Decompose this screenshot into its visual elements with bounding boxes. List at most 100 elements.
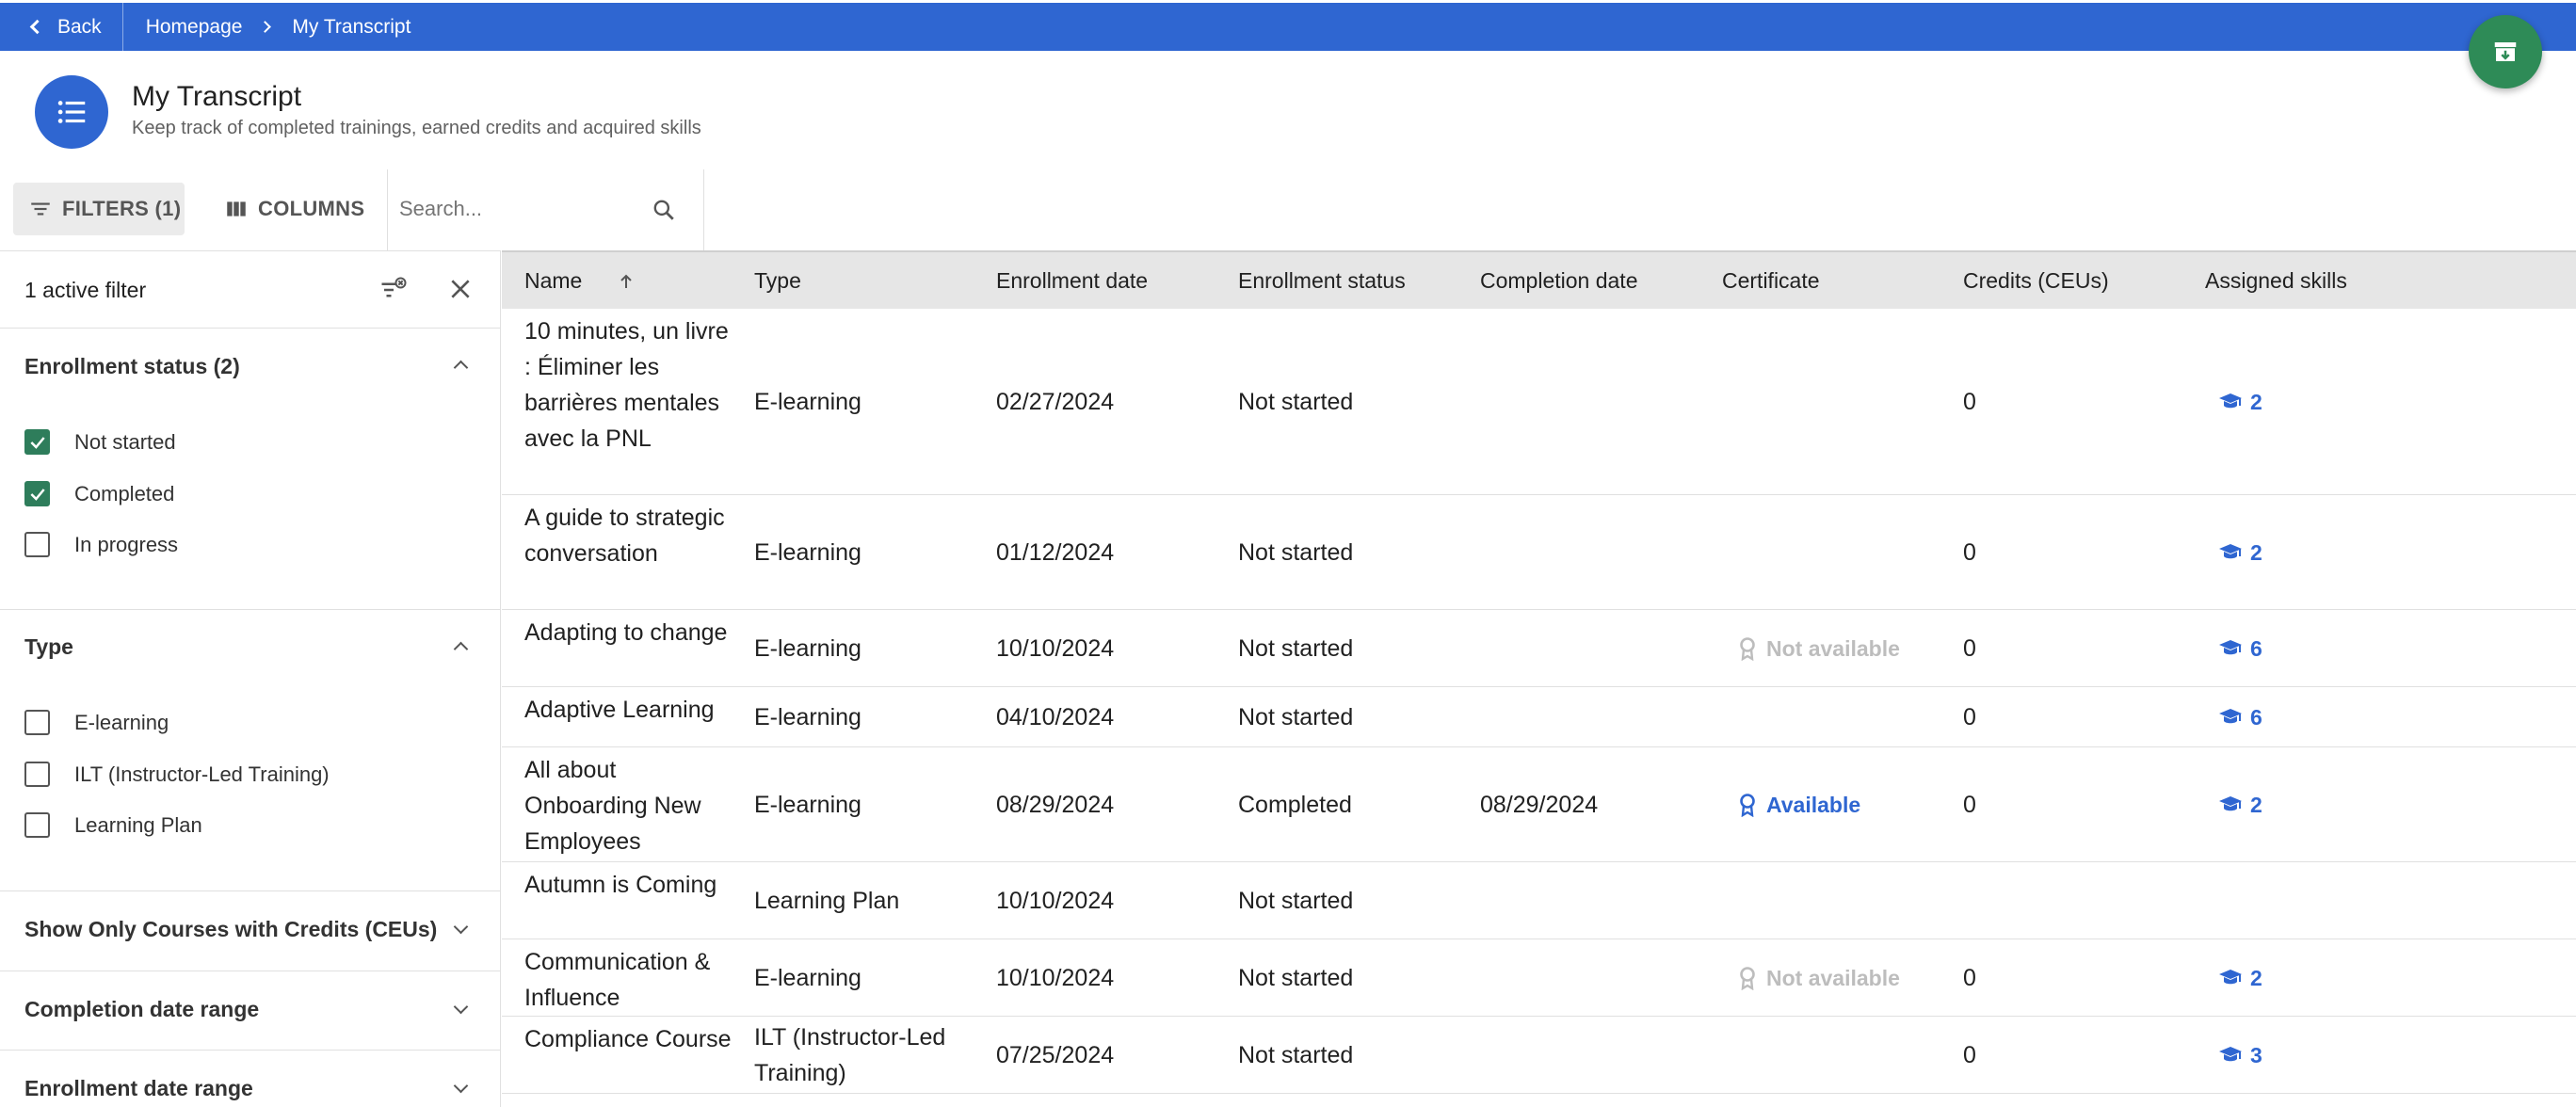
chevron-down-icon[interactable] (453, 999, 469, 1015)
completion-date: 08/29/2024 (1480, 791, 1599, 818)
table-row[interactable]: 10 minutes, un livre : Éliminer les barr… (502, 309, 2576, 495)
table-row[interactable]: Adapting to change E-learning 10/10/2024… (502, 610, 2576, 687)
graduation-cap-icon (2219, 393, 2242, 408)
column-header-credits[interactable]: Credits (CEUs) (1963, 268, 2109, 294)
table-row[interactable]: Adaptive Learning E-learning 04/10/2024 … (502, 687, 2576, 747)
enrollment-date: 10/10/2024 (996, 964, 1115, 991)
enrollment-status: Completed (1238, 791, 1352, 818)
columns-label: COLUMNS (258, 197, 365, 220)
checkbox-e-learning[interactable]: E-learning (24, 710, 169, 735)
chevron-up-icon[interactable] (453, 641, 469, 657)
close-icon[interactable] (448, 277, 473, 301)
filter-credits-only[interactable]: Show Only Courses with Credits (CEUs) (0, 891, 500, 971)
course-name[interactable]: A guide to strategic conversation (524, 500, 739, 571)
checkbox-unchecked-icon[interactable] (24, 812, 50, 838)
checkbox-learning-plan[interactable]: Learning Plan (24, 812, 202, 838)
column-header-assigned-skills[interactable]: Assigned skills (2205, 268, 2347, 294)
assigned-skills-count[interactable]: 2 (2218, 535, 2262, 570)
sort-ascending-icon[interactable] (619, 273, 634, 290)
assigned-skills-count[interactable]: 2 (2218, 960, 2262, 996)
breadcrumb-homepage[interactable]: Homepage (146, 16, 243, 39)
checkbox-ilt[interactable]: ILT (Instructor-Led Training) (24, 762, 330, 787)
graduation-cap-icon (2219, 639, 2242, 654)
table-row[interactable]: All about Onboarding New Employees E-lea… (502, 747, 2576, 862)
course-name[interactable]: All about Onboarding New Employees (524, 752, 739, 859)
chevron-up-icon[interactable] (453, 360, 469, 376)
graduation-cap-icon (2219, 708, 2242, 723)
enrollment-date-title: Enrollment date range (24, 1076, 253, 1100)
assigned-skills-count[interactable]: 6 (2218, 631, 2262, 666)
certificate-label: Not available (1766, 965, 1900, 990)
breadcrumb: Homepage My Transcript (123, 16, 411, 39)
column-header-name[interactable]: Name (524, 268, 582, 294)
course-type: E-learning (754, 703, 861, 730)
checkbox-checked-icon[interactable] (24, 481, 50, 506)
chevron-down-icon[interactable] (453, 1078, 469, 1094)
enrollment-status-title: Enrollment status (2) (24, 354, 240, 378)
list-icon (57, 101, 86, 123)
page-subtitle: Keep track of completed trainings, earne… (132, 118, 701, 138)
assigned-skills-count[interactable]: 6 (2218, 699, 2262, 735)
award-icon (1740, 636, 1755, 661)
table-row[interactable]: Communication & Influence E-learning 10/… (502, 939, 2576, 1017)
course-name[interactable]: Compliance Course (524, 1021, 739, 1057)
enrollment-date: 10/10/2024 (996, 887, 1115, 914)
columns-button[interactable]: COLUMNS (209, 183, 378, 235)
credits-filter-title: Show Only Courses with Credits (CEUs) (24, 917, 438, 941)
graduation-cap-icon (2219, 543, 2242, 558)
search-icon[interactable] (652, 198, 676, 222)
back-label: Back (57, 15, 102, 38)
checkbox-unchecked-icon[interactable] (24, 710, 50, 735)
back-button[interactable]: Back (0, 3, 123, 51)
filters-button[interactable]: FILTERS (1) (13, 183, 185, 235)
table-row[interactable]: A guide to strategic conversation E-lear… (502, 495, 2576, 610)
enrollment-date: 10/10/2024 (996, 634, 1115, 662)
assigned-skills-count[interactable]: 2 (2218, 787, 2262, 823)
assigned-skills-count[interactable]: 3 (2218, 1037, 2262, 1073)
course-name[interactable]: Communication & Influence (524, 944, 739, 1016)
archive-download-icon (2494, 42, 2517, 61)
transcript-page-icon (35, 75, 108, 149)
search-input[interactable] (388, 183, 642, 235)
checkbox-unchecked-icon[interactable] (24, 532, 50, 557)
enrollment-date: 07/25/2024 (996, 1041, 1115, 1068)
filter-type: Type E-learning ILT (Instructor-Led Trai… (0, 610, 500, 891)
checkbox-checked-icon[interactable] (24, 429, 50, 455)
chevron-right-icon (259, 21, 272, 33)
course-name[interactable]: Adaptive Learning (524, 692, 739, 728)
checkbox-in-progress[interactable]: In progress (24, 532, 178, 557)
skills-count: 2 (2250, 389, 2262, 414)
credits-value: 0 (1963, 634, 1976, 662)
column-header-enrollment-status[interactable]: Enrollment status (1238, 268, 1406, 294)
assigned-skills-count[interactable]: 2 (2218, 384, 2262, 420)
certificate-label[interactable]: Available (1766, 787, 1860, 823)
column-header-enrollment-date[interactable]: Enrollment date (996, 268, 1148, 294)
filter-clear-icon[interactable] (379, 276, 408, 304)
skills-count: 2 (2250, 792, 2262, 817)
course-name[interactable]: Autumn is Coming (524, 867, 739, 903)
column-header-completion-date[interactable]: Completion date (1480, 268, 1638, 294)
enrollment-date: 04/10/2024 (996, 703, 1115, 730)
checkbox-not-started[interactable]: Not started (24, 429, 176, 455)
filter-enrollment-status: Enrollment status (2) Not started Comple… (0, 329, 500, 610)
checkbox-completed[interactable]: Completed (24, 481, 174, 506)
course-name[interactable]: 10 minutes, un livre : Éliminer les barr… (524, 313, 739, 457)
filter-sidebar-header: 1 active filter (0, 251, 500, 329)
checkbox-unchecked-icon[interactable] (24, 762, 50, 787)
column-header-certificate[interactable]: Certificate (1722, 268, 1820, 294)
award-icon (1740, 793, 1755, 817)
filter-completion-date-range[interactable]: Completion date range (0, 971, 500, 1051)
checkbox-label: Not started (74, 429, 176, 454)
column-header-type[interactable]: Type (754, 268, 801, 294)
course-name[interactable]: Adapting to change (524, 615, 739, 650)
skills-count: 2 (2250, 539, 2262, 565)
table-row[interactable]: Autumn is Coming Learning Plan 10/10/202… (502, 862, 2576, 939)
credits-value: 0 (1963, 703, 1976, 730)
graduation-cap-icon (2219, 795, 2242, 810)
filter-enrollment-date-range[interactable]: Enrollment date range (0, 1051, 500, 1107)
table-row[interactable]: Compliance Course ILT (Instructor-Led Tr… (502, 1017, 2576, 1094)
course-type: E-learning (754, 388, 861, 415)
chevron-down-icon[interactable] (453, 919, 469, 935)
archive-download-button[interactable] (2469, 15, 2542, 88)
course-type: E-learning (754, 791, 861, 818)
